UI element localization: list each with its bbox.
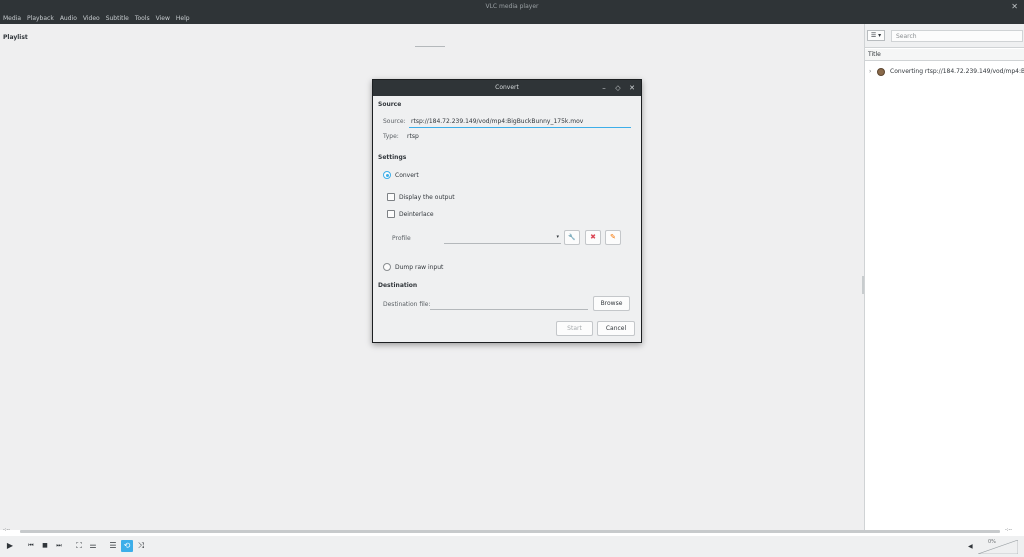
start-button[interactable]: Start: [556, 321, 593, 336]
dialog-titlebar: Convert – ◇ ✕: [373, 80, 641, 96]
volume-percent: 0%: [988, 539, 996, 545]
display-output-label: Display the output: [399, 194, 455, 201]
playback-controls: ▶ ⏮ ■ ⏭ ⛶ ⚌ ☰ ⟲ ⤨ ◀ 0%: [0, 536, 1024, 557]
deinterlace-checkbox[interactable]: [387, 210, 395, 218]
destination-file-input[interactable]: [430, 298, 588, 310]
deinterlace-label: Deinterlace: [399, 211, 434, 218]
next-button[interactable]: ⏭: [53, 540, 65, 552]
playlist-item-label: Converting rtsp://184.72.239.149/vod/mp4…: [890, 68, 1024, 75]
profile-label: Profile: [392, 235, 411, 242]
profile-select[interactable]: ▾: [444, 231, 561, 244]
menu-media[interactable]: Media: [3, 15, 21, 22]
menu-playback[interactable]: Playback: [27, 15, 54, 22]
window-close-icon[interactable]: ✕: [1011, 0, 1018, 13]
browse-button[interactable]: Browse: [593, 296, 630, 311]
cancel-button[interactable]: Cancel: [597, 321, 635, 336]
maximize-icon[interactable]: ◇: [613, 83, 623, 93]
play-button[interactable]: ▶: [4, 540, 16, 552]
window-title: VLC media player: [485, 3, 539, 10]
extended-settings-button[interactable]: ⚌: [87, 540, 99, 552]
menubar: Media Playback Audio Video Subtitle Tool…: [0, 13, 1024, 24]
edit-profile-button[interactable]: 🔧: [564, 230, 580, 245]
playlist-toggle-button[interactable]: ☰: [107, 540, 119, 552]
playlist-toolbar: ☰ ▾ Search: [865, 24, 1024, 48]
dump-raw-label: Dump raw input: [395, 264, 444, 271]
menu-video[interactable]: Video: [83, 15, 100, 22]
type-value: rtsp: [407, 133, 419, 140]
menu-tools[interactable]: Tools: [135, 15, 150, 22]
convert-label: Convert: [395, 172, 419, 179]
chevron-down-icon: ▾: [556, 234, 559, 240]
source-input[interactable]: rtsp://184.72.239.149/vod/mp4:BigBuckBun…: [409, 115, 631, 128]
previous-button[interactable]: ⏮: [25, 540, 37, 552]
menu-help[interactable]: Help: [176, 15, 190, 22]
playlist-search-input[interactable]: Search: [891, 30, 1023, 42]
dialog-title: Convert: [495, 84, 519, 91]
new-profile-icon: ✎: [610, 233, 616, 241]
convert-radio[interactable]: [383, 171, 391, 179]
playlist-item[interactable]: › Converting rtsp://184.72.239.149/vod/m…: [865, 66, 1024, 78]
dump-raw-radio[interactable]: [383, 263, 391, 271]
new-profile-button[interactable]: ✎: [605, 230, 621, 245]
minimize-icon[interactable]: –: [599, 83, 609, 93]
view-mode-button[interactable]: ☰ ▾: [867, 30, 885, 41]
dock-handle[interactable]: [415, 46, 445, 47]
menu-audio[interactable]: Audio: [60, 15, 77, 22]
delete-profile-button[interactable]: ✖: [585, 230, 601, 245]
volume-slider[interactable]: [978, 540, 1018, 554]
remaining-time: -:--: [1005, 527, 1013, 533]
settings-section-title: Settings: [378, 154, 407, 161]
wrench-icon: 🔧: [568, 234, 576, 241]
dialog-close-icon[interactable]: ✕: [627, 83, 637, 93]
source-section-title: Source: [378, 101, 402, 108]
fullscreen-button[interactable]: ⛶: [73, 540, 85, 552]
destination-section-title: Destination: [378, 282, 418, 289]
source-label: Source:: [383, 118, 406, 125]
menu-subtitle[interactable]: Subtitle: [106, 15, 129, 22]
window-titlebar: VLC media player ✕: [0, 0, 1024, 13]
display-output-checkbox[interactable]: [387, 193, 395, 201]
convert-dialog: Convert – ◇ ✕ Source Source: rtsp://184.…: [372, 79, 642, 343]
column-header-title[interactable]: Title: [865, 49, 1024, 61]
media-disc-icon: [877, 68, 885, 76]
expand-arrow-icon[interactable]: ›: [869, 66, 871, 78]
type-label: Type:: [383, 133, 399, 140]
loop-button[interactable]: ⟲: [121, 540, 133, 552]
destination-file-label: Destination file:: [383, 301, 431, 308]
elapsed-time: -:--: [3, 527, 11, 533]
playlist-panel: ☰ ▾ Search Title › Converting rtsp://184…: [864, 24, 1024, 530]
volume-icon[interactable]: ◀: [968, 543, 973, 550]
delete-icon: ✖: [590, 233, 596, 241]
stop-button[interactable]: ■: [39, 540, 51, 552]
seek-slider[interactable]: [20, 530, 1000, 533]
shuffle-button[interactable]: ⤨: [135, 540, 147, 552]
menu-view[interactable]: View: [156, 15, 170, 22]
playlist-label: Playlist: [3, 34, 28, 41]
